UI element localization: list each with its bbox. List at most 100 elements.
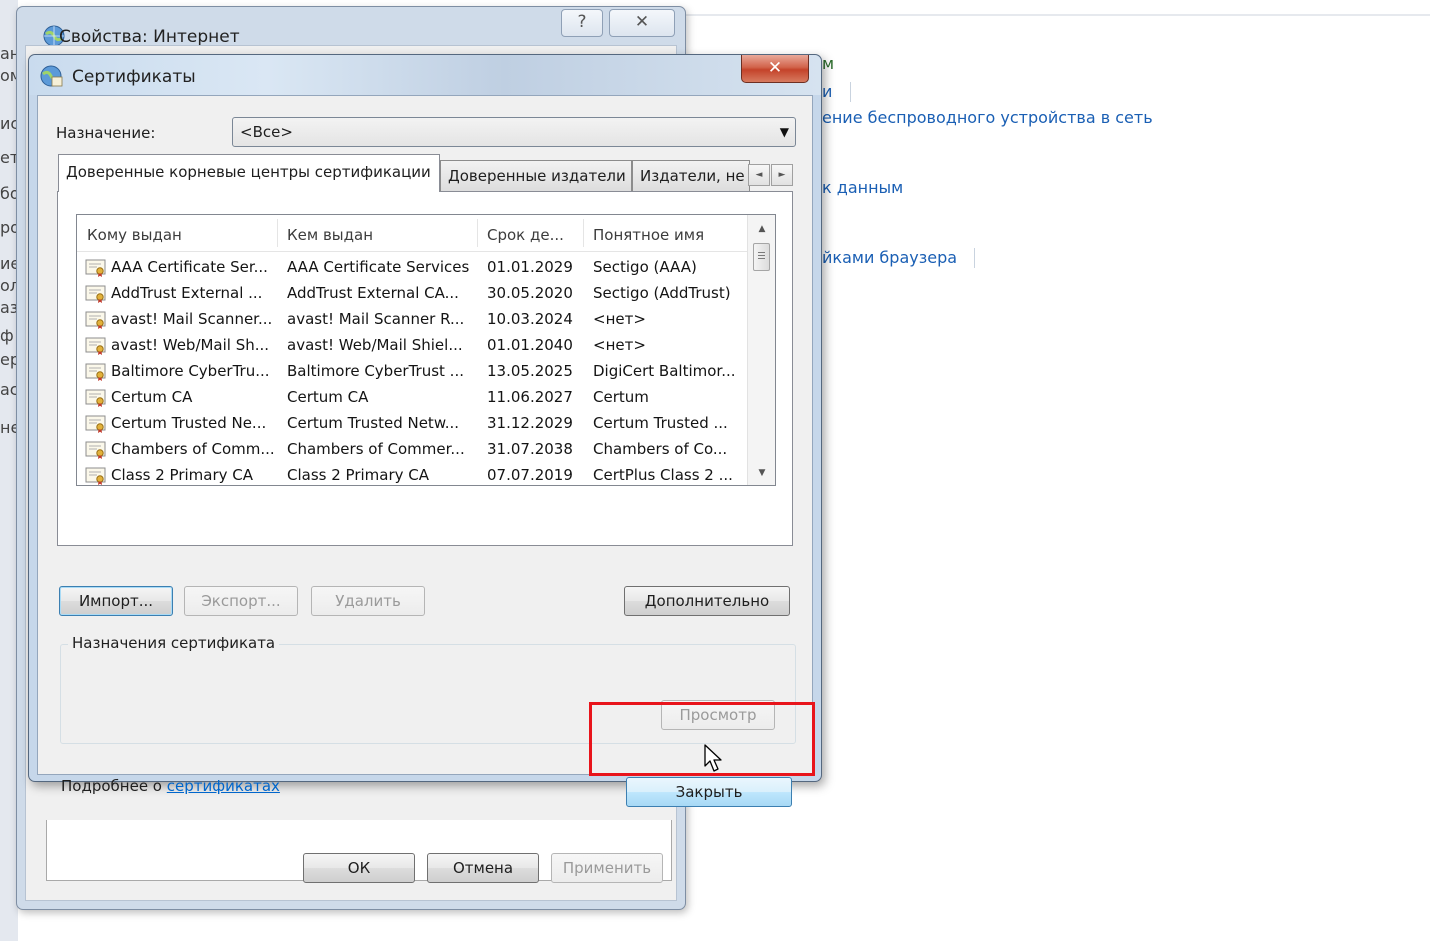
link-data-access[interactable]: к данным (822, 178, 903, 197)
table-row[interactable]: Class 2 Primary CA Class 2 Primary CA 07.0… (77, 463, 747, 485)
cell-expiration: 01.01.2040 (487, 336, 573, 354)
cell-friendly-name: <нет> (593, 310, 646, 328)
table-row[interactable]: Certum Trusted Ne... Certum Trusted Netw.… (77, 411, 747, 437)
apply-button[interactable]: Применить (551, 853, 663, 883)
table-row[interactable]: avast! Web/Mail Sh... avast! Web/Mail Shi… (77, 333, 747, 359)
scroll-down-icon[interactable]: ▼ (748, 463, 775, 483)
certificate-globe-icon (40, 65, 63, 87)
mouse-cursor-icon (704, 744, 722, 772)
cell-issued-to: avast! Mail Scanner... (111, 310, 273, 328)
certificate-icon (85, 467, 106, 485)
advanced-button[interactable]: Дополнительно (624, 586, 790, 616)
help-button[interactable]: ? (561, 9, 603, 37)
column-divider[interactable] (583, 219, 584, 247)
cell-issued-to: Certum CA (111, 388, 193, 406)
tab-panel: Кому выдан Кем выдан Срок де... Понятное… (57, 191, 793, 546)
certificate-icon (85, 259, 106, 277)
delete-button[interactable]: Удалить (311, 586, 425, 616)
cell-expiration: 30.05.2020 (487, 284, 573, 302)
dialog-body: Назначение: <Все> ▼ Доверенные корневые … (37, 95, 813, 807)
vertical-scrollbar[interactable]: ▲ ▼ (747, 215, 775, 485)
cell-expiration: 11.06.2027 (487, 388, 573, 406)
close-button[interactable]: ✕ (609, 9, 675, 37)
cell-friendly-name: <нет> (593, 336, 646, 354)
certificate-list[interactable]: Кому выдан Кем выдан Срок де... Понятное… (76, 214, 776, 486)
cell-issued-to: Chambers of Comm... (111, 440, 275, 458)
cell-friendly-name: Sectigo (AddTrust) (593, 284, 731, 302)
separator (850, 82, 851, 102)
text-fragment: м (822, 54, 835, 73)
purposes-group-label: Назначения сертификата (68, 634, 280, 652)
cell-issued-by: Baltimore CyberTrust ... (287, 362, 464, 380)
cell-expiration: 31.07.2038 (487, 440, 573, 458)
certificate-icon (85, 285, 106, 303)
more-info-text: Подробнее о сертификатах (61, 777, 280, 795)
cell-issued-to: Class 2 Primary CA (111, 466, 254, 484)
certificate-icon (85, 311, 106, 329)
window-title: Свойства: Интернет (59, 27, 240, 47)
export-button[interactable]: Экспорт... (184, 586, 298, 616)
title-bar[interactable]: Сертификаты ✕ (29, 55, 821, 95)
table-row[interactable]: AddTrust External ... AddTrust External C… (77, 281, 747, 307)
cell-issued-to: AAA Certificate Ser... (111, 258, 268, 276)
cell-friendly-name: DigiCert Baltimor... (593, 362, 736, 380)
column-expiration[interactable]: Срок де... (487, 226, 564, 244)
cell-issued-to: avast! Web/Mail Sh... (111, 336, 270, 354)
cell-issued-to: Baltimore CyberTru... (111, 362, 270, 380)
scroll-up-icon[interactable]: ▲ (748, 219, 775, 239)
certificate-icon (85, 389, 106, 407)
divider (686, 14, 1430, 16)
scroll-thumb[interactable] (753, 243, 770, 271)
cell-expiration: 10.03.2024 (487, 310, 573, 328)
tab-trusted-publishers[interactable]: Доверенные издатели (440, 160, 632, 192)
certificates-help-link[interactable]: сертификатах (167, 777, 280, 795)
tab-scroll-left-icon[interactable]: ◄ (748, 164, 770, 186)
separator (974, 248, 975, 268)
certificates-dialog: Сертификаты ✕ Назначение: <Все> ▼ Довере… (28, 54, 822, 807)
tab-untrusted-publishers[interactable]: Издатели, не (632, 160, 750, 192)
cell-friendly-name: Certum Trusted ... (593, 414, 728, 432)
table-row[interactable]: Certum CA Certum CA 11.06.2027 Certum (77, 385, 747, 411)
cell-expiration: 07.07.2019 (487, 466, 573, 484)
table-row[interactable]: Baltimore CyberTru... Baltimore CyberTrus… (77, 359, 747, 385)
grip-icon (758, 252, 765, 261)
cell-friendly-name: Chambers of Co... (593, 440, 728, 458)
certificate-icon (85, 337, 106, 355)
column-issued-by[interactable]: Кем выдан (287, 226, 373, 244)
text-fragment: и (822, 82, 833, 101)
table-row[interactable]: avast! Mail Scanner... avast! Mail Scanne… (77, 307, 747, 333)
cell-issued-by: AAA Certificate Services (287, 258, 470, 276)
cell-expiration: 13.05.2025 (487, 362, 573, 380)
column-issued-to[interactable]: Кому выдан (87, 226, 182, 244)
close-button[interactable]: Закрыть (626, 777, 792, 807)
cell-issued-by: Class 2 Primary CA (287, 466, 430, 484)
table-row[interactable]: AAA Certificate Ser... AAA Certificate Se… (77, 255, 747, 281)
highlight-box (589, 702, 815, 776)
tab-trusted-root[interactable]: Доверенные корневые центры сертификации (58, 154, 440, 192)
column-divider[interactable] (477, 219, 478, 247)
purpose-value: <Все> (240, 123, 293, 141)
column-divider[interactable] (277, 219, 278, 247)
purpose-dropdown[interactable]: <Все> ▼ (232, 117, 796, 147)
certificate-icon (85, 415, 106, 433)
cell-issued-by: avast! Web/Mail Shiel... (287, 336, 463, 354)
cell-expiration: 31.12.2029 (487, 414, 573, 432)
cell-issued-by: Certum Trusted Netw... (287, 414, 460, 432)
cell-friendly-name: CertPlus Class 2 ... (593, 466, 733, 484)
tab-scroll-right-icon[interactable]: ► (771, 164, 793, 186)
ok-button[interactable]: ОК (303, 853, 415, 883)
dialog-title: Сертификаты (72, 67, 196, 87)
link-browser-settings[interactable]: йками браузера (822, 248, 957, 267)
import-button[interactable]: Импорт... (59, 586, 173, 616)
chevron-down-icon: ▼ (779, 125, 789, 139)
cell-issued-to: Certum Trusted Ne... (111, 414, 267, 432)
cell-issued-by: Certum CA (287, 388, 369, 406)
link-wireless-device[interactable]: ение беспроводного устройства в сеть (822, 108, 1153, 127)
table-row[interactable]: Chambers of Comm... Chambers of Commer...… (77, 437, 747, 463)
cell-issued-by: Chambers of Commer... (287, 440, 465, 458)
column-friendly-name[interactable]: Понятное имя (593, 226, 704, 244)
cell-issued-by: AddTrust External CA... (287, 284, 459, 302)
cancel-button[interactable]: Отмена (427, 853, 539, 883)
close-icon[interactable]: ✕ (741, 55, 809, 83)
cell-friendly-name: Sectigo (AAA) (593, 258, 697, 276)
